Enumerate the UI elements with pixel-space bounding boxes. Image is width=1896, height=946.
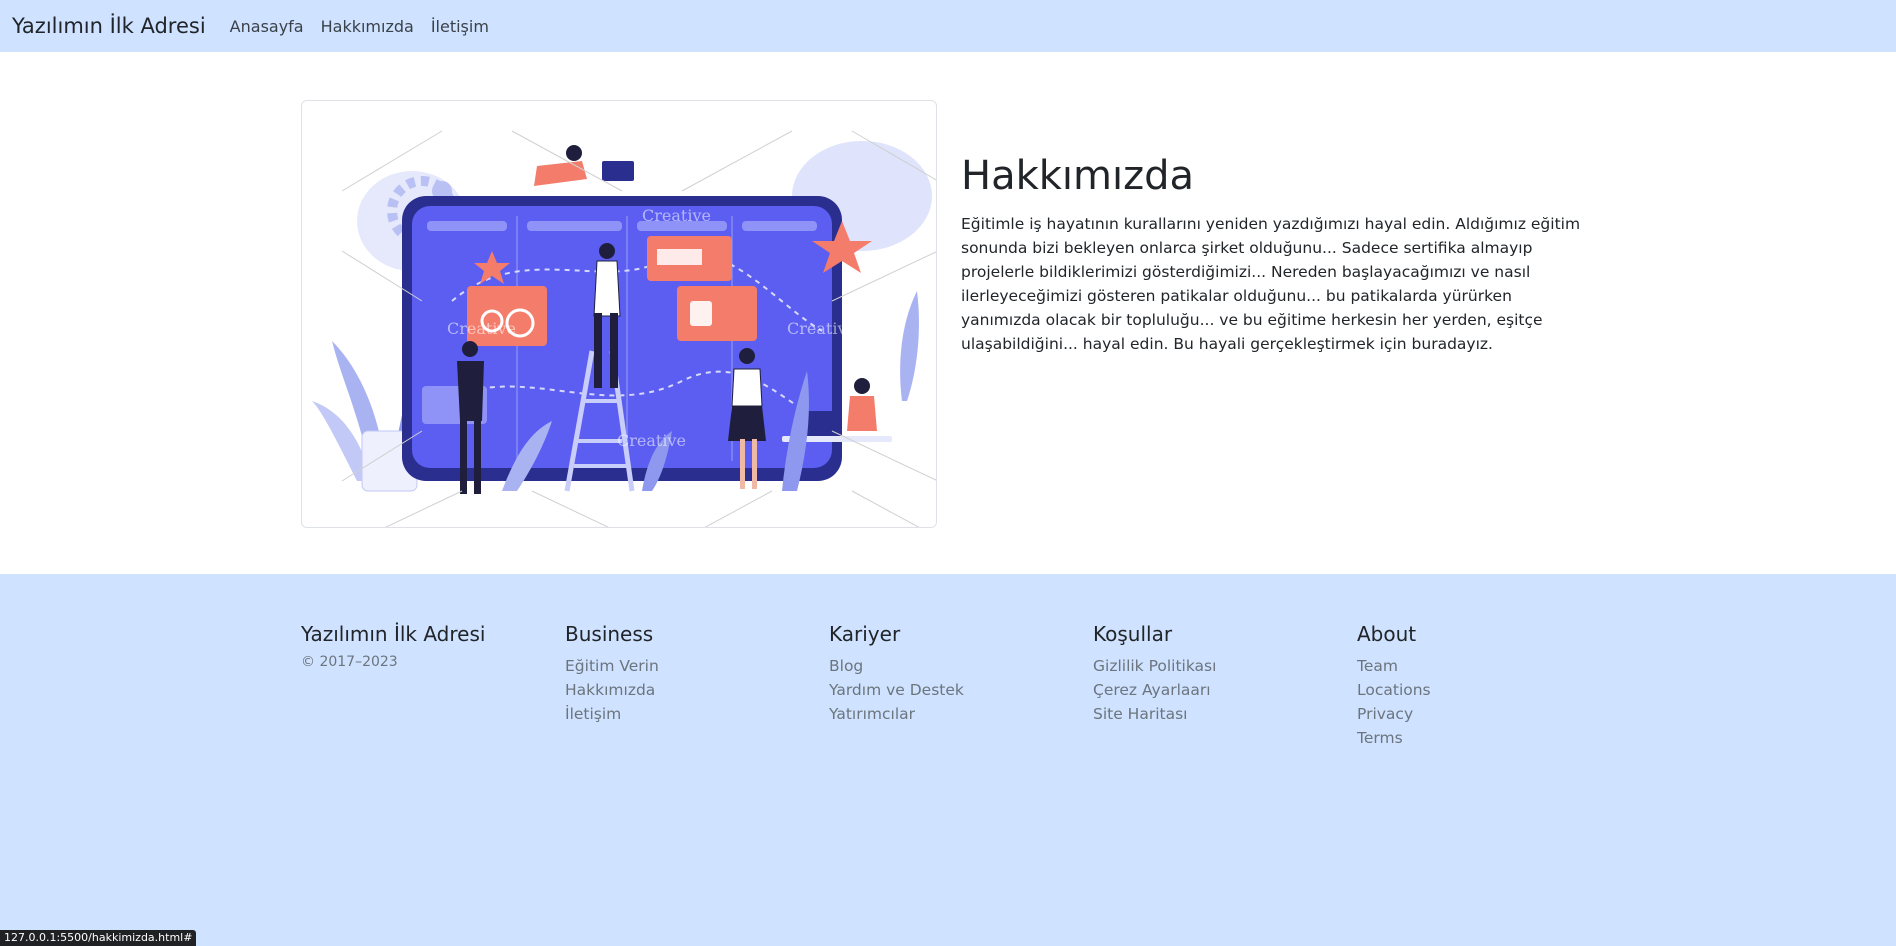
footer-link[interactable]: Gizlilik Politikası xyxy=(1093,654,1216,678)
footer-link[interactable]: Terms xyxy=(1357,726,1431,750)
footer-link[interactable]: İletişim xyxy=(565,702,659,726)
watermark-text: Creative xyxy=(447,319,516,338)
browser-status-url: 127.0.0.1:5500/hakkimizda.html# xyxy=(0,930,197,946)
footer-link[interactable]: Eğitim Verin xyxy=(565,654,659,678)
footer-column-business: Business Eğitim Verin Hakkımızda İletişi… xyxy=(565,622,659,726)
navbar-brand[interactable]: Yazılımın İlk Adresi xyxy=(12,14,206,38)
footer-brand-column: Yazılımın İlk Adresi © 2017–2023 xyxy=(301,622,485,670)
footer-link[interactable]: Blog xyxy=(829,654,964,678)
watermark-text: Creative xyxy=(642,206,711,225)
footer-brand: Yazılımın İlk Adresi xyxy=(301,622,486,646)
page-title: Hakkımızda xyxy=(961,153,1195,199)
footer-link[interactable]: Site Haritası xyxy=(1093,702,1216,726)
footer-column-title: About xyxy=(1357,622,1417,646)
nav-link-anasayfa[interactable]: Anasayfa xyxy=(230,17,304,36)
footer-column-about: About Team Locations Privacy Terms xyxy=(1357,622,1431,750)
footer-link[interactable]: Hakkımızda xyxy=(565,678,659,702)
footer-link[interactable]: Privacy xyxy=(1357,702,1431,726)
footer-column-title: Kariyer xyxy=(829,622,901,646)
team-illustration: Creative Creative Creative Creative xyxy=(301,100,937,528)
about-section: Creative Creative Creative Creative Hakk… xyxy=(0,52,1896,574)
footer-column-title: Koşullar xyxy=(1093,622,1173,646)
footer-link[interactable]: Yatırımcılar xyxy=(829,702,964,726)
footer-link[interactable]: Locations xyxy=(1357,678,1431,702)
footer-link[interactable]: Çerez Ayarlaarı xyxy=(1093,678,1216,702)
team-illustration-svg: Creative Creative Creative Creative xyxy=(312,130,936,527)
top-navbar: Yazılımın İlk Adresi Anasayfa Hakkımızda… xyxy=(0,0,1896,52)
footer-link[interactable]: Yardım ve Destek xyxy=(829,678,964,702)
watermark-text: Creative xyxy=(787,319,856,338)
site-footer: Yazılımın İlk Adresi © 2017–2023 Busines… xyxy=(0,574,1896,946)
watermark-text: Creative xyxy=(617,431,686,450)
about-description: Eğitimle iş hayatının kurallarını yenide… xyxy=(961,215,1581,353)
nav-link-iletisim[interactable]: İletişim xyxy=(431,17,489,36)
about-text-block: Hakkımızda Eğitimle iş hayatının kuralla… xyxy=(961,152,1581,356)
footer-column-title: Business xyxy=(565,622,654,646)
footer-column-kosullar: Koşullar Gizlilik Politikası Çerez Ayarl… xyxy=(1093,622,1216,726)
nav-link-hakkimizda[interactable]: Hakkımızda xyxy=(321,17,414,36)
footer-link[interactable]: Team xyxy=(1357,654,1431,678)
footer-column-kariyer: Kariyer Blog Yardım ve Destek Yatırımcıl… xyxy=(829,622,964,726)
footer-copyright: © 2017–2023 xyxy=(301,654,398,670)
